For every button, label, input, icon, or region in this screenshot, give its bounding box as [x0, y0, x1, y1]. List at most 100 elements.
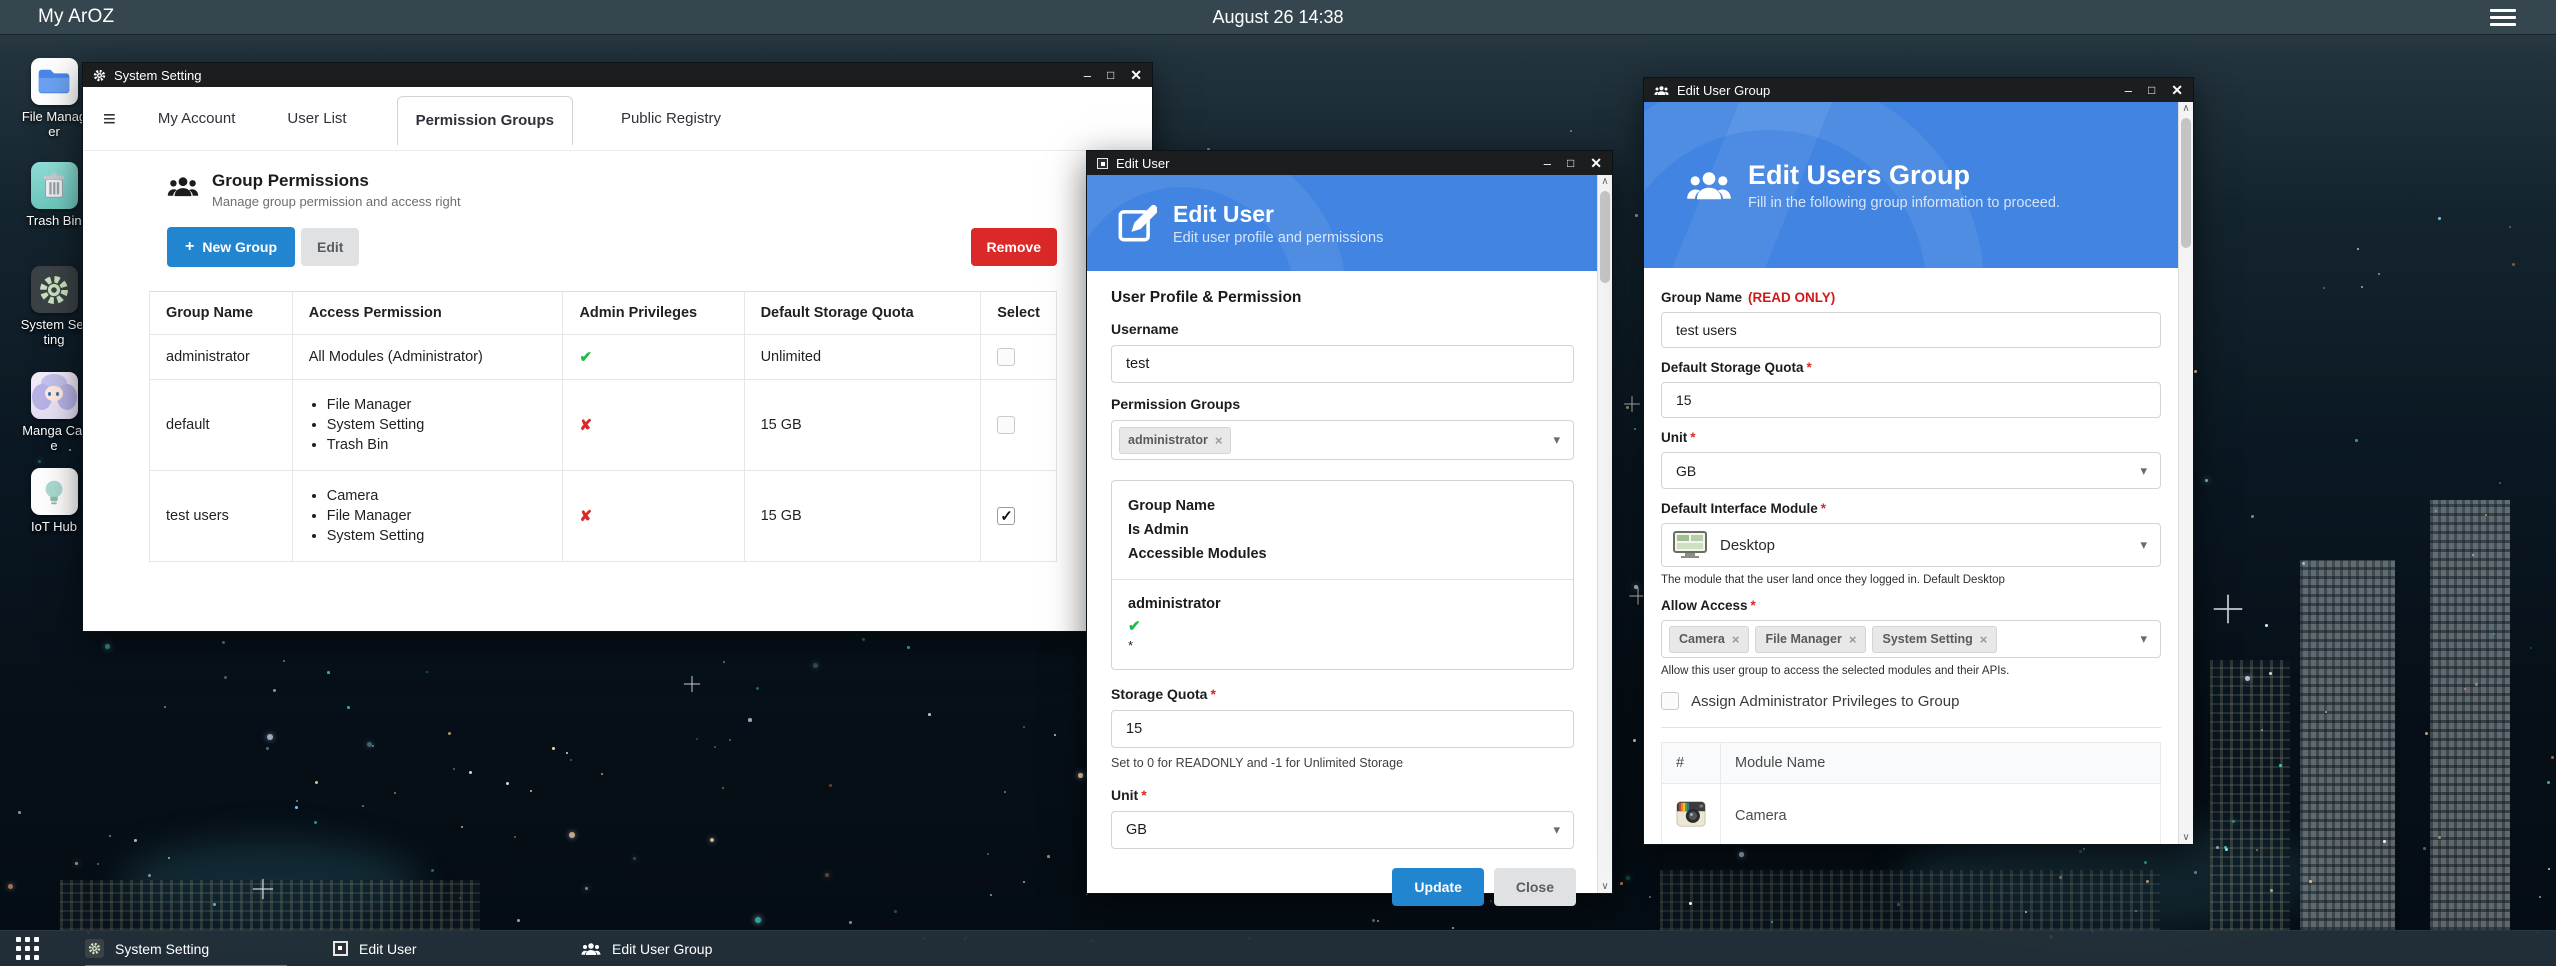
scroll-down-icon[interactable]: ∨	[1598, 881, 1612, 892]
scroll-down-icon[interactable]: ∨	[2179, 832, 2193, 843]
manga-cafe-icon	[31, 372, 78, 419]
default-storage-quota-field[interactable]: 15	[1661, 382, 2161, 418]
close-button[interactable]: ✕	[2171, 83, 2183, 97]
module-tag[interactable]: File Manager ×	[1755, 626, 1866, 653]
scrollbar[interactable]: ∧ ∨	[2178, 102, 2193, 844]
tab-public-registry[interactable]: Public Registry	[619, 94, 723, 143]
col-select: Select	[981, 292, 1057, 335]
maximize-button[interactable]: □	[1107, 69, 1114, 81]
scrollbar[interactable]: ∧ ∨	[1597, 175, 1612, 893]
remove-tag-icon[interactable]: ×	[1215, 433, 1223, 448]
tab-permission-groups[interactable]: Permission Groups	[397, 96, 573, 146]
allow-access-hint: Allow this user group to access the sele…	[1661, 665, 2161, 677]
module-row-camera: Camera	[1662, 784, 2161, 845]
maximize-button[interactable]: □	[2148, 84, 2155, 96]
desktop-icon-trash-bin[interactable]: Trash Bin	[16, 162, 92, 229]
edit-user-titlebar[interactable]: Edit User – □ ✕	[1087, 151, 1612, 175]
permission-groups-select[interactable]: administrator × ▾	[1111, 420, 1574, 460]
remove-group-button[interactable]: Remove	[971, 228, 1057, 266]
taskbar-item-edit-user-group[interactable]: Edit User Group	[581, 931, 783, 966]
module-tag[interactable]: System Setting ×	[1872, 626, 1997, 653]
app-launcher-icon[interactable]	[16, 937, 39, 960]
gear-icon	[85, 939, 104, 958]
edit-user-group-titlebar[interactable]: Edit User Group – □ ✕	[1644, 78, 2193, 102]
system-setting-titlebar[interactable]: System Setting – □ ✕	[83, 63, 1152, 87]
edit-group-button[interactable]: Edit	[301, 228, 359, 266]
username-label: Username	[1111, 321, 1574, 337]
desktop-monitor-icon	[1672, 530, 1708, 560]
trash-icon	[31, 162, 78, 209]
readonly-badge: (READ ONLY)	[1748, 290, 1835, 305]
group-name-field[interactable]: test users	[1661, 312, 2161, 348]
module-tag[interactable]: Camera ×	[1669, 626, 1749, 653]
edit-user-group-window: Edit User Group – □ ✕ Edit Users Group F…	[1643, 77, 2194, 845]
header-title: Edit Users Group	[1748, 160, 2060, 191]
desktop-icon-iot-hub[interactable]: IoT Hub	[16, 468, 92, 535]
scroll-up-icon[interactable]: ∧	[1598, 176, 1612, 187]
desktop-icon-manga-cafe[interactable]: Manga Cafe	[16, 372, 92, 454]
desktop-icon-label: System Setting	[19, 318, 89, 348]
minimize-button[interactable]: –	[2125, 84, 2132, 97]
default-storage-quota-label: Default Storage Quota*	[1661, 360, 2161, 375]
scroll-up-icon[interactable]: ∧	[2179, 103, 2193, 114]
unit-label: Unit*	[1111, 787, 1574, 803]
unit-dropdown[interactable]: GB ▾	[1111, 811, 1574, 849]
new-group-button[interactable]: + New Group	[167, 227, 295, 267]
taskbar-item-system-setting[interactable]: System Setting	[85, 931, 287, 966]
users-group-icon	[1654, 85, 1669, 96]
edit-user-window: Edit User – □ ✕ Edit User Edit user prof…	[1086, 150, 1613, 894]
interface-module-hint: The module that the user land once they …	[1661, 574, 2161, 586]
table-row-administrator: administrator All Modules (Administrator…	[150, 335, 1057, 380]
window-title: Edit User Group	[1677, 83, 1770, 98]
select-checkbox[interactable]	[997, 416, 1015, 434]
taskbar-item-edit-user[interactable]: Edit User	[333, 931, 535, 966]
close-form-button[interactable]: Close	[1494, 868, 1576, 906]
update-button[interactable]: Update	[1392, 868, 1483, 906]
col-hash: #	[1662, 743, 1721, 784]
default-interface-module-dropdown[interactable]: Desktop ▾	[1661, 523, 2161, 567]
users-group-icon	[1686, 169, 1732, 202]
remove-tag-icon[interactable]: ×	[1849, 632, 1857, 647]
header-title: Edit User	[1173, 201, 1383, 228]
scroll-thumb[interactable]	[2181, 118, 2191, 248]
select-checkbox[interactable]	[997, 348, 1015, 366]
storage-quota-field[interactable]: 15	[1111, 710, 1574, 748]
maximize-button[interactable]: □	[1567, 157, 1574, 169]
group-summary-box: Group Name Is Admin Accessible Modules a…	[1111, 480, 1574, 670]
required-asterisk: *	[1141, 787, 1146, 803]
remove-tag-icon[interactable]: ×	[1732, 632, 1740, 647]
assign-admin-checkbox[interactable]	[1661, 692, 1679, 710]
username-field[interactable]: test	[1111, 345, 1574, 383]
desktop-icon-system-setting[interactable]: System Setting	[16, 266, 92, 348]
unit-dropdown[interactable]: GB ▾	[1661, 452, 2161, 489]
required-asterisk: *	[1751, 598, 1756, 613]
start-menu-label[interactable]: My ArOZ	[38, 6, 114, 28]
desktop-icon-file-manager[interactable]: File Manager	[16, 58, 92, 140]
form-section-title: User Profile & Permission	[1111, 289, 1574, 307]
allow-access-select[interactable]: Camera × File Manager × System Setting ×…	[1661, 620, 2161, 658]
summary-modules: *	[1128, 638, 1557, 653]
sidebar-toggle-icon[interactable]: ≡	[103, 108, 116, 130]
building-silhouette	[2430, 500, 2510, 930]
close-button[interactable]: ✕	[1590, 156, 1602, 170]
select-checkbox[interactable]	[997, 507, 1015, 525]
minimize-button[interactable]: –	[1084, 69, 1091, 82]
check-icon: ✔	[1128, 616, 1557, 638]
summary-header: Accessible Modules	[1128, 542, 1557, 566]
allow-access-label: Allow Access*	[1661, 598, 2161, 613]
hamburger-menu-icon[interactable]	[2490, 9, 2516, 26]
cross-icon: ✘	[579, 417, 592, 434]
tab-my-account[interactable]: My Account	[156, 94, 238, 143]
edit-pencil-icon	[1117, 203, 1157, 243]
gear-icon	[93, 69, 106, 82]
module-list-table: # Module Name Camera	[1661, 742, 2161, 844]
close-button[interactable]: ✕	[1130, 68, 1142, 82]
minimize-button[interactable]: –	[1544, 157, 1551, 170]
group-tag[interactable]: administrator ×	[1119, 427, 1231, 454]
scroll-thumb[interactable]	[1600, 191, 1610, 283]
section-subtitle: Manage group permission and access right	[212, 194, 461, 209]
remove-tag-icon[interactable]: ×	[1980, 632, 1988, 647]
tab-user-list[interactable]: User List	[285, 94, 348, 143]
desktop-screen: My ArOZ August 26 14:38 File Manager Tra…	[0, 0, 2556, 966]
required-asterisk: *	[1807, 360, 1812, 375]
